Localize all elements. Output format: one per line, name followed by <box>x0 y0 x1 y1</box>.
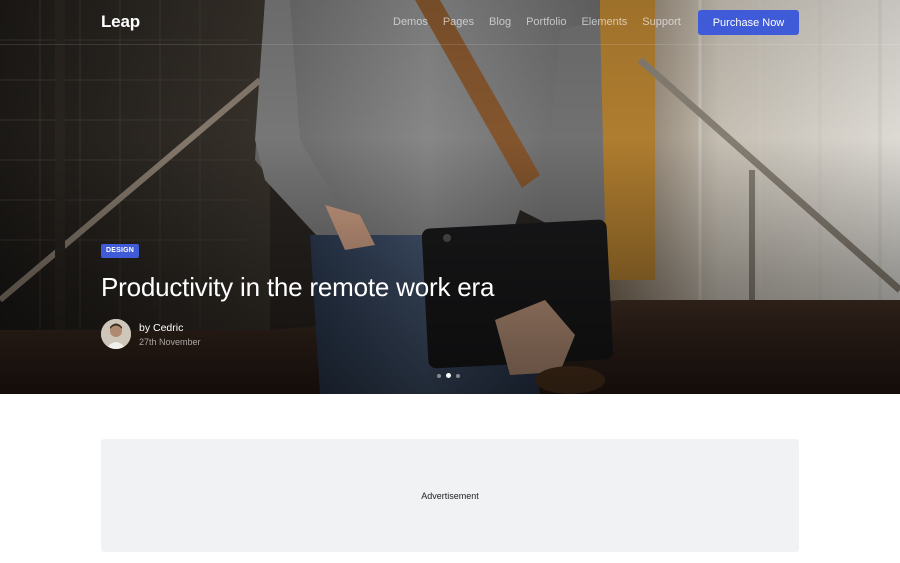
author-avatar[interactable] <box>101 319 131 349</box>
category-badge[interactable]: DESIGN <box>101 244 140 258</box>
slider-pagination <box>437 373 460 378</box>
author-info: by Cedric 27th November <box>101 319 201 349</box>
nav-link-support[interactable]: Support <box>642 16 681 28</box>
avatar-image <box>101 319 131 349</box>
top-navbar: Leap Demos Pages Blog Portfolio Elements… <box>0 0 900 45</box>
slider-dot-active[interactable] <box>446 373 451 378</box>
brand-logo[interactable]: Leap <box>101 12 140 32</box>
advertisement-label: Advertisement <box>421 490 479 501</box>
nav-link-blog[interactable]: Blog <box>489 16 511 28</box>
nav-link-pages[interactable]: Pages <box>443 16 474 28</box>
slider-dot[interactable] <box>456 373 460 378</box>
publish-date: 27th November <box>139 336 201 347</box>
main-navigation: Demos Pages Blog Portfolio Elements Supp… <box>393 16 696 28</box>
author-name[interactable]: by Cedric <box>139 322 201 334</box>
slider-dot[interactable] <box>437 373 441 378</box>
purchase-now-button[interactable]: Purchase Now <box>698 10 799 35</box>
article-title[interactable]: Productivity in the remote work era <box>101 272 494 303</box>
hero-slider: Leap Demos Pages Blog Portfolio Elements… <box>0 0 900 394</box>
nav-link-portfolio[interactable]: Portfolio <box>526 16 566 28</box>
nav-link-demos[interactable]: Demos <box>393 16 428 28</box>
nav-link-elements[interactable]: Elements <box>581 16 627 28</box>
advertisement-banner[interactable]: Advertisement <box>101 439 799 552</box>
